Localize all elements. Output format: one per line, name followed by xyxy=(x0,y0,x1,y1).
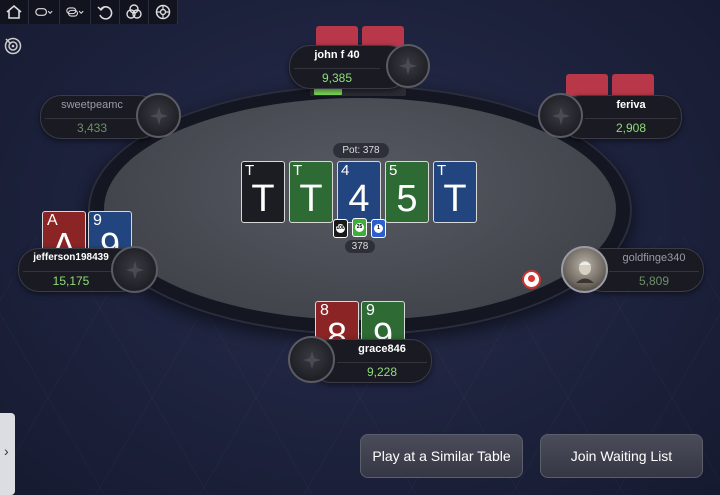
menu-toggle-button[interactable] xyxy=(29,0,60,24)
dealer-button xyxy=(522,270,541,289)
hole-card-1: A A xyxy=(42,211,86,251)
default-avatar-icon xyxy=(302,350,321,369)
default-avatar-icon xyxy=(399,57,417,75)
side-panel-handle[interactable] xyxy=(0,413,15,495)
player-name: sweetpeamc xyxy=(61,99,123,111)
board-card-3: 4 4 xyxy=(337,161,381,223)
card-rank-small: T xyxy=(245,162,255,179)
player-name: john f 40 xyxy=(314,49,360,61)
toolbar xyxy=(0,0,178,24)
board-card-1: T T xyxy=(241,161,285,223)
card-rank-large: T xyxy=(251,178,275,220)
card-rank-large: 9 xyxy=(372,315,394,342)
card-rank-large: 5 xyxy=(396,178,418,220)
player-photo-avatar[interactable] xyxy=(561,246,608,293)
card-rank-small: 5 xyxy=(389,162,398,179)
card-rank-large: 4 xyxy=(348,178,370,220)
player-name: grace846 xyxy=(358,343,406,355)
card-rank-large: T xyxy=(299,178,323,220)
undo-button[interactable] xyxy=(91,0,120,24)
avatar[interactable] xyxy=(111,246,158,293)
default-avatar-icon xyxy=(149,106,168,125)
chip-1: 1 xyxy=(371,219,386,238)
timer-bar xyxy=(314,88,342,95)
player-name: goldfinge340 xyxy=(622,252,686,264)
card-back xyxy=(566,74,608,96)
card-rank-small: 4 xyxy=(341,162,350,179)
avatar[interactable] xyxy=(288,336,335,383)
undo-icon xyxy=(97,6,113,20)
cards-button[interactable] xyxy=(120,0,149,24)
target-icon[interactable] xyxy=(4,37,22,55)
avatar[interactable] xyxy=(136,93,181,138)
card-rank-small: T xyxy=(437,162,447,179)
player-stack: 3,433 xyxy=(45,118,139,138)
player-stack: 15,175 xyxy=(23,271,119,291)
home-icon xyxy=(6,4,22,19)
hole-card-1: 8 8 xyxy=(315,301,359,341)
default-avatar-icon xyxy=(125,260,144,279)
chip-25: 25 xyxy=(352,218,367,237)
cards-icon xyxy=(126,4,142,19)
player-stack: 5,809 xyxy=(609,271,699,291)
player-stack: 9,228 xyxy=(337,362,427,382)
card-rank-large: T xyxy=(443,178,467,220)
chip-100: 100 xyxy=(333,219,348,238)
avatar[interactable] xyxy=(386,44,430,88)
table-options-icon xyxy=(66,7,84,17)
board-card-5: T T xyxy=(433,161,477,223)
hole-card-2: 9 9 xyxy=(88,211,132,251)
player-stack: 2,908 xyxy=(585,118,677,138)
play-similar-table-button[interactable]: Play at a Similar Table xyxy=(360,434,523,478)
table-options-button[interactable] xyxy=(60,0,91,24)
player-stack: 9,385 xyxy=(294,68,380,88)
menu-toggle-icon xyxy=(35,8,53,16)
hole-card-2: 9 9 xyxy=(361,301,405,341)
card-back xyxy=(612,74,654,96)
board-card-2: T T xyxy=(289,161,333,223)
pot-chips-total: 378 xyxy=(345,240,375,253)
default-avatar-icon xyxy=(551,106,570,125)
player-face-icon xyxy=(575,260,594,283)
home-button[interactable] xyxy=(0,0,29,24)
board-card-4: 5 5 xyxy=(385,161,429,223)
player-name: jefferson198439 xyxy=(33,252,109,263)
pot-label: Pot: 378 xyxy=(333,143,389,158)
settings-icon xyxy=(155,4,171,20)
avatar[interactable] xyxy=(538,93,583,138)
player-name: feriva xyxy=(616,99,646,111)
join-waiting-list-button[interactable]: Join Waiting List xyxy=(540,434,703,478)
card-rank-small: T xyxy=(293,162,303,179)
settings-button[interactable] xyxy=(149,0,178,24)
card-rank-large: 8 xyxy=(326,315,348,342)
